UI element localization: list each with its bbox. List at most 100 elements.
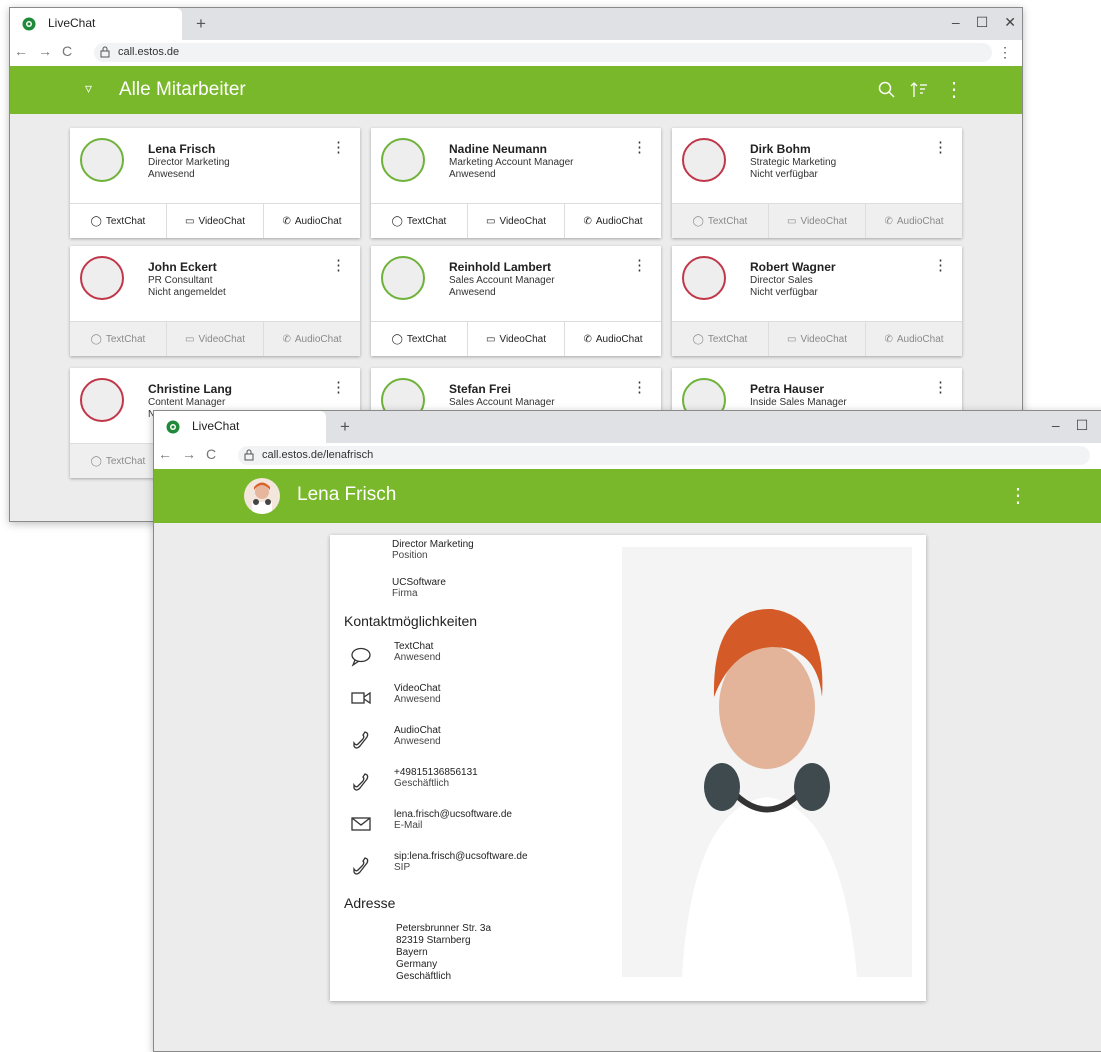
contact-name: John Eckert <box>148 260 217 274</box>
back-icon[interactable]: ← <box>14 43 28 59</box>
app-header: Lena Frisch ⋮ <box>154 469 1101 523</box>
textchat-label: TextChat <box>707 215 748 227</box>
reload-icon[interactable]: C <box>62 43 72 59</box>
card-menu-icon[interactable]: ⋮ <box>933 256 948 274</box>
dropdown-triangle-icon[interactable]: ▿ <box>85 80 92 97</box>
textchat-button[interactable]: ◯TextChat <box>70 204 167 238</box>
videochat-label: VideoChat <box>198 215 245 227</box>
url-text: call.estos.de/lenafrisch <box>262 449 374 461</box>
contact-status: Anwesend <box>449 287 496 298</box>
profile-name: Lena Frisch <box>297 484 397 505</box>
videochat-button[interactable]: ▭VideoChat <box>167 322 264 356</box>
contact-card[interactable]: John Eckert PR Consultant Nicht angemeldet… <box>70 246 360 356</box>
back-icon[interactable]: ← <box>158 446 172 462</box>
tab-bar: LiveChat + – ☐ ✕ <box>154 411 1101 443</box>
address-bar: ← → C call.estos.de/lenafrisch ⋮ <box>154 443 1101 469</box>
card-menu-icon[interactable]: ⋮ <box>331 256 346 274</box>
forward-icon[interactable]: → <box>182 446 196 462</box>
maximize-icon[interactable]: ☐ <box>976 14 989 31</box>
card-actions: ◯TextChat▭VideoChat✆AudioChat <box>672 203 962 238</box>
avatar <box>381 138 425 182</box>
audiochat-button[interactable]: ✆AudioChat <box>264 322 360 356</box>
contact-status: Anwesend <box>449 169 496 180</box>
card-menu-icon[interactable]: ⋮ <box>632 256 647 274</box>
video-camera-icon: ▭ <box>185 215 195 227</box>
videochat-label: VideoChat <box>800 215 847 227</box>
address-bar: ← → C call.estos.de ⋮ <box>10 40 1022 66</box>
card-menu-icon[interactable]: ⋮ <box>632 378 647 396</box>
textchat-button[interactable]: ◯TextChat <box>672 322 769 356</box>
audiochat-button[interactable]: ✆AudioChat <box>264 204 360 238</box>
phone-icon: ✆ <box>583 333 592 345</box>
textchat-button[interactable]: ◯TextChat <box>70 322 167 356</box>
forward-icon[interactable]: → <box>38 43 52 59</box>
company-field: UCSoftware Firma <box>392 577 446 599</box>
contact-method-value: TextChat <box>394 641 434 652</box>
videochat-button[interactable]: ▭VideoChat <box>769 204 866 238</box>
videochat-button[interactable]: ▭VideoChat <box>769 322 866 356</box>
textchat-button[interactable]: ◯TextChat <box>672 204 769 238</box>
new-tab-button[interactable]: + <box>340 417 350 437</box>
card-menu-icon[interactable]: ⋮ <box>933 138 948 156</box>
contact-card[interactable]: Dirk Bohm Strategic Marketing Nicht verfüg… <box>672 128 962 238</box>
chat-bubble-icon: ◯ <box>90 215 102 227</box>
card-menu-icon[interactable]: ⋮ <box>331 378 346 396</box>
card-actions: ◯TextChat▭VideoChat✆AudioChat <box>70 203 360 238</box>
videochat-button[interactable]: ▭VideoChat <box>167 204 264 238</box>
address-block: Petersbrunner Str. 3a 82319 Starnberg Ba… <box>396 923 491 983</box>
livechat-logo-icon <box>22 17 36 31</box>
new-tab-button[interactable]: + <box>196 14 206 34</box>
contact-method-value: lena.frisch@ucsoftware.de <box>394 809 512 820</box>
videochat-button[interactable]: ▭VideoChat <box>468 204 565 238</box>
video-camera-icon: ▭ <box>486 333 496 345</box>
contact-method-value: AudioChat <box>394 725 441 736</box>
address-state: Bayern <box>396 947 428 958</box>
phone-icon: ✆ <box>583 215 592 227</box>
reload-icon[interactable]: C <box>206 446 216 462</box>
textchat-button[interactable]: ◯TextChat <box>371 322 468 356</box>
contact-card[interactable]: Lena Frisch Director Marketing Anwesend ⋮ ◯ T… <box>70 128 360 238</box>
browser-tab[interactable]: LiveChat <box>154 411 326 443</box>
card-menu-icon[interactable]: ⋮ <box>632 138 647 156</box>
audiochat-button[interactable]: ✆AudioChat <box>866 204 962 238</box>
textchat-button[interactable]: ◯TextChat <box>371 204 468 238</box>
card-menu-icon[interactable]: ⋮ <box>933 378 948 396</box>
card-menu-icon[interactable]: ⋮ <box>331 138 346 156</box>
tab-bar: LiveChat + – ☐ ✕ <box>10 8 1022 40</box>
card-actions: ◯TextChat▭VideoChat✆AudioChat <box>672 321 962 356</box>
contact-role: Director Sales <box>750 275 813 286</box>
close-icon[interactable]: ✕ <box>1004 14 1016 31</box>
minimize-icon[interactable]: – <box>952 14 960 31</box>
company-value: UCSoftware <box>392 577 446 588</box>
audiochat-button[interactable]: ✆AudioChat <box>565 204 661 238</box>
minimize-icon[interactable]: – <box>1052 417 1060 434</box>
browser-menu-icon[interactable]: ⋮ <box>998 44 1012 61</box>
audiochat-button[interactable]: ✆AudioChat <box>866 322 962 356</box>
sort-icon[interactable] <box>910 81 928 99</box>
contact-card[interactable]: Nadine Neumann Marketing Account Manager A… <box>371 128 661 238</box>
url-field[interactable]: call.estos.de <box>94 43 992 62</box>
position-label: Position <box>392 550 428 561</box>
contact-method-label: Anwesend <box>394 736 441 747</box>
browser-tab[interactable]: LiveChat <box>10 8 182 40</box>
url-field[interactable]: call.estos.de/lenafrisch <box>238 446 1090 465</box>
contact-status: Nicht verfügbar <box>750 169 818 180</box>
audiochat-label: AudioChat <box>294 333 342 345</box>
video-camera-icon: ▭ <box>486 215 496 227</box>
contact-method-label: Anwesend <box>394 694 441 705</box>
maximize-icon[interactable]: ☐ <box>1076 417 1089 434</box>
contact-method-value: sip:lena.frisch@ucsoftware.de <box>394 851 528 862</box>
contact-card[interactable]: Robert Wagner Director Sales Nicht verfügb… <box>672 246 962 356</box>
contact-method-label: E-Mail <box>394 820 423 831</box>
contact-section-heading: Kontaktmöglichkeiten <box>344 613 478 629</box>
videochat-button[interactable]: ▭VideoChat <box>468 322 565 356</box>
address-type: Geschäftlich <box>396 971 452 982</box>
lock-icon <box>100 46 110 58</box>
videochat-label: VideoChat <box>499 333 546 345</box>
contact-card[interactable]: Reinhold Lambert Sales Account Manager Anw… <box>371 246 661 356</box>
search-icon[interactable] <box>878 81 896 99</box>
header-menu-icon[interactable]: ⋮ <box>944 77 964 102</box>
header-menu-icon[interactable]: ⋮ <box>1008 483 1028 508</box>
audiochat-button[interactable]: ✆AudioChat <box>565 322 661 356</box>
address-street: Petersbrunner Str. 3a <box>396 923 492 934</box>
